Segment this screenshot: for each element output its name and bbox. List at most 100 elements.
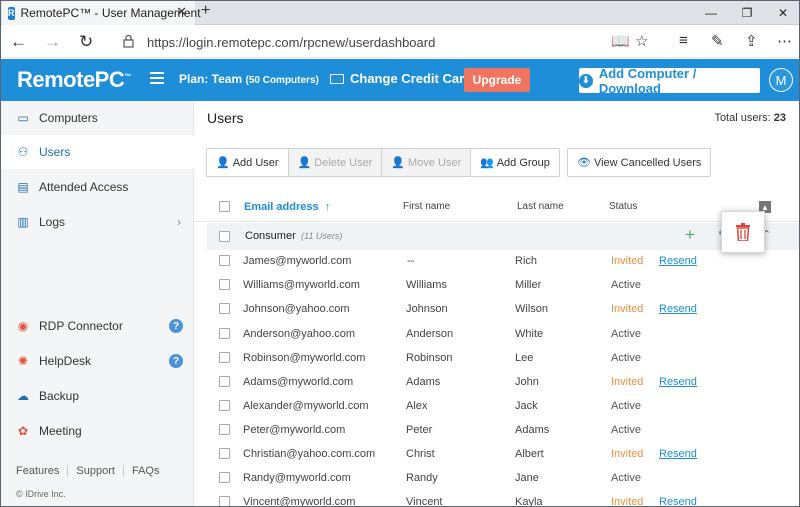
row-checkbox[interactable] <box>219 352 230 363</box>
remotepc-logo[interactable]: RemotePC™ <box>17 67 131 93</box>
row-checkbox[interactable] <box>219 472 230 483</box>
add-to-group-icon[interactable]: + <box>685 225 695 245</box>
row-checkbox[interactable] <box>219 496 230 506</box>
last-name-column-header: Last name <box>517 201 564 212</box>
resend-link[interactable]: Resend <box>659 255 697 267</box>
status-cell: Invited <box>611 496 644 507</box>
sidebar-item-rdp-connector[interactable]: ◉ RDP Connector? <box>1 309 194 343</box>
first-name-cell: Robinson <box>406 352 453 364</box>
sidebar-item-logs[interactable]: ▥ Logs › <box>1 205 194 239</box>
sidebar: ▭ Computers ⚇ Users ▤ Attended Access ▥ Logs… <box>1 101 194 506</box>
table-row[interactable]: Robinson@myworld.com Robinson Lee Active <box>195 347 799 371</box>
url-field[interactable]: https://login.remotepc.com/rpcnew/userda… <box>147 35 435 50</box>
sidebar-item-helpdesk[interactable]: ✺ HelpDesk? <box>1 344 194 378</box>
meeting-icon: ✿ <box>17 424 29 438</box>
email-cell: Robinson@myworld.com <box>243 352 366 364</box>
refresh-icon[interactable]: ↻ <box>79 32 93 52</box>
last-name-cell: Rich <box>515 255 538 267</box>
share-icon[interactable]: ⇪ <box>745 32 758 50</box>
resend-link[interactable]: Resend <box>659 376 697 388</box>
user-avatar[interactable]: M <box>769 68 793 92</box>
main-content: Users Total users: 23 👤 Add User 👤 Delete … <box>195 101 799 507</box>
hub-icon[interactable]: ≡ <box>679 32 688 49</box>
group-row[interactable]: Consumer (11 Users) + ✎ ⌃ <box>207 223 799 250</box>
faqs-link[interactable]: FAQs <box>122 465 168 477</box>
move-user-icon: 👤 <box>391 157 406 169</box>
row-checkbox[interactable] <box>219 376 230 387</box>
status-cell: Active <box>611 424 641 436</box>
select-all-checkbox[interactable] <box>219 201 230 212</box>
group-checkbox[interactable] <box>219 231 230 242</box>
sidebar-item-attended-access[interactable]: ▤ Attended Access <box>1 170 194 204</box>
rdp-connector-icon: ◉ <box>17 319 29 333</box>
last-name-cell: Lee <box>515 352 534 364</box>
reading-view-icon[interactable]: 📖 <box>611 32 630 50</box>
support-link[interactable]: Support <box>67 465 123 477</box>
table-row[interactable]: Christian@yahoo.com.com Christ Albert Invit… <box>195 443 799 467</box>
row-checkbox[interactable] <box>219 424 230 435</box>
close-window-icon[interactable]: ✕ <box>765 1 799 25</box>
help-icon[interactable]: ? <box>169 354 183 368</box>
row-checkbox[interactable] <box>219 303 230 314</box>
web-note-icon[interactable]: ✎ <box>711 32 724 50</box>
close-tab-icon[interactable]: ✕ <box>176 4 187 20</box>
delete-trash-icon[interactable] <box>721 211 765 253</box>
table-row[interactable]: Williams@myworld.com Williams Miller Active <box>195 274 799 298</box>
row-checkbox[interactable] <box>219 448 230 459</box>
favorite-star-icon[interactable]: ☆ <box>635 32 648 50</box>
table-row[interactable]: Johnson@yahoo.com Johnson Wilson Invited Res… <box>195 298 799 322</box>
browser-tab[interactable]: R RemotePC™ - User Management ✕ <box>2 1 201 25</box>
lock-icon <box>123 34 134 48</box>
download-icon: ⬇ <box>579 73 593 88</box>
table-row[interactable]: Adams@myworld.com Adams John Invited Resend <box>195 371 799 395</box>
sidebar-item-meeting[interactable]: ✿ Meeting <box>1 414 194 448</box>
last-name-cell: Jane <box>515 472 539 484</box>
new-tab-icon[interactable]: + <box>201 2 210 20</box>
resend-link[interactable]: Resend <box>659 303 697 315</box>
email-cell: James@myworld.com <box>243 255 352 267</box>
change-credit-card-link[interactable]: Change Credit Card <box>330 71 472 86</box>
resend-link[interactable]: Resend <box>659 496 697 506</box>
first-name-cell: Vincent <box>406 496 443 507</box>
status-cell: Invited <box>611 303 644 315</box>
features-link[interactable]: Features <box>16 465 67 477</box>
sidebar-item-computers[interactable]: ▭ Computers <box>1 101 194 135</box>
help-icon[interactable]: ? <box>169 319 183 333</box>
status-column-header: Status <box>609 201 638 212</box>
first-name-cell: Christ <box>406 448 435 460</box>
restore-icon[interactable]: ❐ <box>729 1 765 25</box>
move-user-button[interactable]: 👤 Move User <box>381 149 471 176</box>
table-row[interactable]: Vincent@myworld.com Vincent Kayla Invited Re… <box>195 491 799 507</box>
row-checkbox[interactable] <box>219 328 230 339</box>
sidebar-footer-links: Features Support FAQs <box>16 465 167 477</box>
first-name-cell: Alex <box>406 400 428 412</box>
table-row[interactable]: Anderson@yahoo.com Anderson White Active <box>195 323 799 347</box>
table-row[interactable]: Randy@myworld.com Randy Jane Active <box>195 467 799 491</box>
table-row[interactable]: James@myworld.com -- Rich Invited Resend <box>195 250 799 274</box>
row-checkbox[interactable] <box>219 400 230 411</box>
resend-link[interactable]: Resend <box>659 448 697 460</box>
delete-user-button[interactable]: 👤 Delete User <box>287 149 382 176</box>
table-row[interactable]: Peter@myworld.com Peter Adams Active <box>195 419 799 443</box>
sidebar-item-backup[interactable]: ☁ Backup <box>1 379 194 413</box>
helpdesk-icon: ✺ <box>17 354 29 368</box>
forward-icon[interactable]: → <box>44 32 61 52</box>
hamburger-menu-icon[interactable] <box>150 72 164 84</box>
last-name-cell: John <box>515 376 539 388</box>
upgrade-button[interactable]: Upgrade <box>464 68 530 92</box>
back-icon[interactable]: ← <box>10 32 27 52</box>
add-group-button[interactable]: 👥 Add Group <box>470 148 560 177</box>
add-computer-download-button[interactable]: ⬇ Add Computer / Download <box>579 66 760 96</box>
table-row[interactable]: Alexander@myworld.com Alex Jack Active <box>195 395 799 419</box>
email-column-header[interactable]: Email address ↑ <box>244 201 330 213</box>
sidebar-item-users[interactable]: ⚇ Users <box>1 135 194 169</box>
view-cancelled-users-button[interactable]: 👁 View Cancelled Users <box>567 148 712 177</box>
last-name-cell: Jack <box>515 400 538 412</box>
row-checkbox[interactable] <box>219 255 230 266</box>
status-cell: Invited <box>611 255 644 267</box>
email-cell: Anderson@yahoo.com <box>243 328 356 340</box>
minimize-icon[interactable]: — <box>693 1 729 25</box>
add-user-button[interactable]: 👤 Add User <box>207 149 288 176</box>
more-icon[interactable]: ⋯ <box>777 32 792 50</box>
row-checkbox[interactable] <box>219 279 230 290</box>
